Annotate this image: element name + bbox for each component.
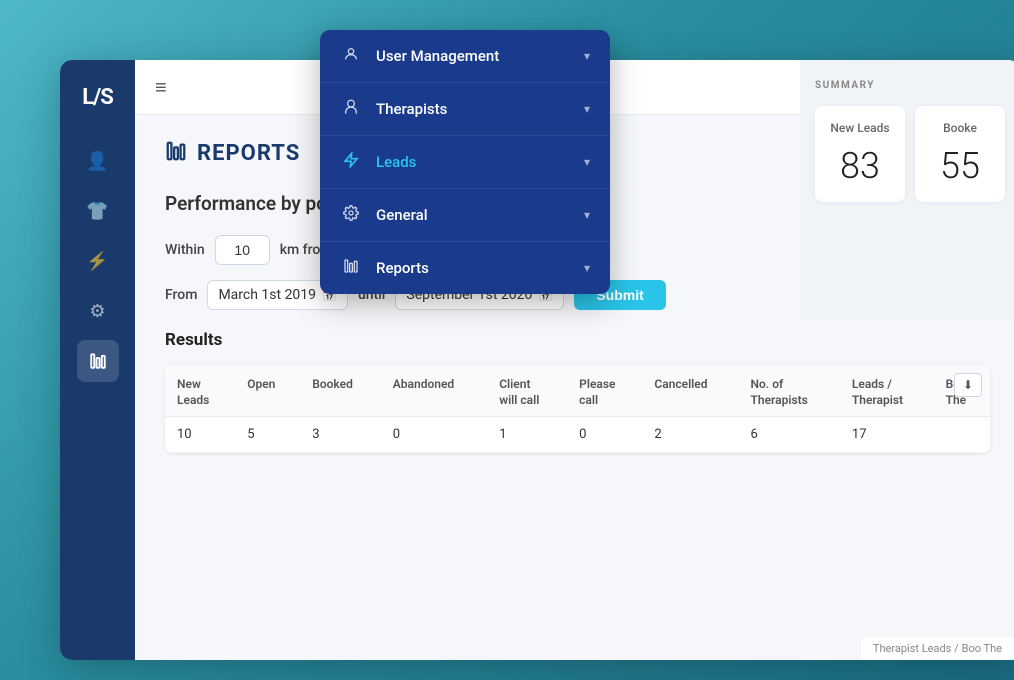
general-icon	[340, 205, 362, 225]
user-management-icon	[340, 46, 362, 66]
col-new-leads: NewLeads	[165, 365, 235, 417]
therapists-label: Therapists	[376, 100, 447, 118]
summary-cards: New Leads 83 Booke 55	[815, 106, 1005, 202]
col-leads-therapist: Leads /Therapist	[840, 365, 934, 417]
table-row: 10 5 3 0 1 0 2 6 17	[165, 417, 990, 453]
col-cancelled: Cancelled	[642, 365, 738, 417]
sidebar-icon-reports[interactable]	[77, 340, 119, 382]
therapists-chevron: ▾	[584, 102, 590, 116]
summary-new-leads-label: New Leads	[830, 121, 890, 135]
cell-no-therapists: 6	[739, 417, 840, 453]
summary-card-new-leads: New Leads 83	[815, 106, 905, 202]
cell-leads-therapist: 17	[840, 417, 934, 453]
col-please-call: Pleasecall	[567, 365, 642, 417]
leads-chevron: ▾	[584, 155, 590, 169]
user-management-chevron: ▾	[584, 49, 590, 63]
reports-menu-icon	[340, 258, 362, 278]
logo-text: L/S	[82, 85, 113, 110]
sidebar-icon-leads[interactable]: ⚡	[77, 240, 119, 282]
dropdown-item-left-reports: Reports	[340, 258, 429, 278]
dropdown-menu: User Management ▾ Therapists ▾ Leads ▾	[320, 30, 610, 294]
hamburger-button[interactable]: ≡	[155, 75, 167, 100]
dropdown-item-leads[interactable]: Leads ▾	[320, 136, 610, 189]
cell-client-will-call: 1	[487, 417, 567, 453]
dropdown-item-left-user: User Management	[340, 46, 499, 66]
reports-menu-label: Reports	[376, 259, 429, 277]
dropdown-item-left-general: General	[340, 205, 428, 225]
cell-please-call: 0	[567, 417, 642, 453]
logo: L/S	[73, 75, 123, 120]
reports-page-icon	[165, 140, 187, 167]
breadcrumb-therapist-leads: Therapist Leads /	[873, 642, 959, 655]
breadcrumb-boo-the: Boo The	[962, 642, 1002, 655]
cell-abandoned: 0	[381, 417, 487, 453]
dropdown-item-general[interactable]: General ▾	[320, 189, 610, 242]
download-button[interactable]: ⬇	[954, 373, 982, 397]
dropdown-item-reports[interactable]: Reports ▾	[320, 242, 610, 294]
dropdown-item-left-therapists: Therapists	[340, 99, 447, 119]
dropdown-item-left-leads: Leads	[340, 152, 416, 172]
user-management-label: User Management	[376, 47, 499, 65]
cell-open: 5	[235, 417, 300, 453]
page-title: REPORTS	[197, 141, 300, 166]
within-label: Within	[165, 242, 205, 258]
cell-cancelled: 2	[642, 417, 738, 453]
results-section: Results ⬇ NewLeads Open Booked Abandoned…	[165, 330, 990, 453]
cell-new-leads: 10	[165, 417, 235, 453]
results-table: NewLeads Open Booked Abandoned Clientwil…	[165, 365, 990, 453]
summary-booked-value: 55	[930, 145, 990, 187]
sidebar-icon-user[interactable]: 👤	[77, 140, 119, 182]
from-date-value: March 1st 2019	[218, 287, 316, 303]
general-label: General	[376, 206, 428, 224]
col-booked: Booked	[300, 365, 381, 417]
leads-icon	[340, 152, 362, 172]
cell-boo-the	[934, 417, 990, 453]
col-no-therapists: No. ofTherapists	[739, 365, 840, 417]
dropdown-item-user-management[interactable]: User Management ▾	[320, 30, 610, 83]
km-input[interactable]	[215, 235, 270, 265]
sidebar: L/S 👤 👕 ⚡ ⚙	[60, 60, 135, 660]
reports-chevron: ▾	[584, 261, 590, 275]
col-abandoned: Abandoned	[381, 365, 487, 417]
summary-panel: SUMMARY New Leads 83 Booke 55	[800, 60, 1014, 320]
col-client-will-call: Clientwill call	[487, 365, 567, 417]
col-open: Open	[235, 365, 300, 417]
breadcrumb: Therapist Leads / Boo The	[861, 637, 1014, 660]
cell-booked: 3	[300, 417, 381, 453]
therapists-icon	[340, 99, 362, 119]
table-header-row: NewLeads Open Booked Abandoned Clientwil…	[165, 365, 990, 417]
results-table-container: ⬇ NewLeads Open Booked Abandoned Clientw…	[165, 365, 990, 453]
dropdown-item-therapists[interactable]: Therapists ▾	[320, 83, 610, 136]
summary-title: SUMMARY	[815, 80, 1005, 91]
general-chevron: ▾	[584, 208, 590, 222]
leads-label: Leads	[376, 153, 416, 171]
summary-new-leads-value: 83	[830, 145, 890, 187]
from-label: From	[165, 287, 197, 303]
sidebar-icon-therapist[interactable]: 👕	[77, 190, 119, 232]
summary-booked-label: Booke	[930, 121, 990, 135]
results-title: Results	[165, 330, 990, 350]
sidebar-icon-settings[interactable]: ⚙	[77, 290, 119, 332]
summary-card-booked: Booke 55	[915, 106, 1005, 202]
